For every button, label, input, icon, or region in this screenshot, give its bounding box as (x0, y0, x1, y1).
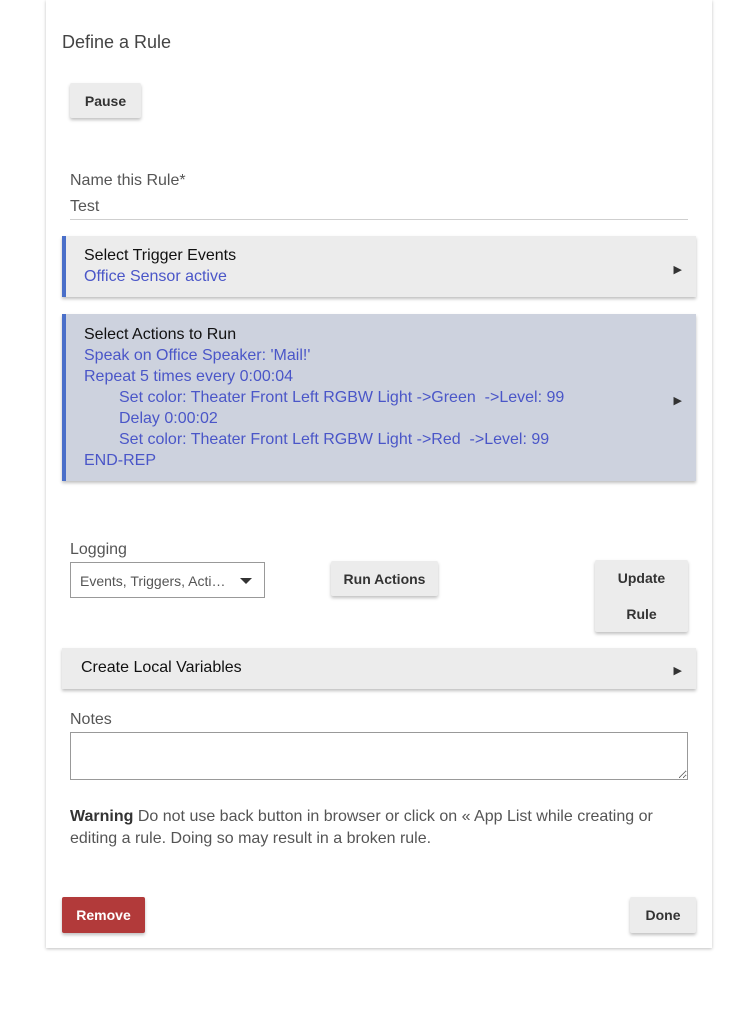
action-line: Delay 0:00:02 (119, 410, 218, 427)
warning-message: Warning Do not use back button in browse… (70, 806, 680, 850)
triangle-right-icon: ▶ (673, 665, 682, 677)
select-trigger-events-section[interactable]: Select Trigger Events Office Sensor acti… (62, 236, 696, 297)
rule-card: Define a Rule Pause Name this Rule* Sele… (46, 0, 712, 948)
update-button-line2: Rule (626, 606, 657, 622)
notes-textarea[interactable] (70, 732, 688, 780)
triangle-right-icon: ▶ (673, 264, 682, 276)
local-variables-heading: Create Local Variables (81, 659, 242, 676)
logging-label: Logging (70, 541, 127, 558)
action-line: Set color: Theater Front Left RGBW Light… (119, 389, 565, 406)
caret-down-icon (240, 578, 252, 584)
page-title: Define a Rule (62, 32, 172, 52)
action-line: Speak on Office Speaker: 'Mail!' (84, 347, 311, 364)
rule-name-label: Name this Rule* (70, 172, 186, 189)
trigger-section-heading: Select Trigger Events (84, 247, 237, 264)
logging-select[interactable]: Events, Triggers, Actions (70, 562, 265, 598)
action-line: END-REP (84, 452, 157, 469)
action-line: Set color: Theater Front Left RGBW Light… (119, 431, 550, 448)
action-line: Repeat 5 times every 0:00:04 (84, 368, 294, 385)
update-button-line1: Update (617, 570, 666, 586)
pause-button[interactable]: Pause (70, 83, 141, 118)
run-actions-button[interactable]: Run Actions (331, 561, 438, 596)
update-rule-button[interactable]: Update Rule (595, 560, 688, 632)
notes-label: Notes (70, 711, 112, 728)
remove-button[interactable]: Remove (62, 897, 145, 933)
triangle-right-icon: ▶ (673, 395, 682, 407)
actions-section-heading: Select Actions to Run (84, 326, 237, 343)
select-actions-section[interactable]: Select Actions to Run Speak on Office Sp… (62, 314, 696, 481)
trigger-line: Office Sensor active (84, 268, 227, 285)
logging-selected-value: Events, Triggers, Actions (80, 573, 232, 589)
create-local-variables-section[interactable]: Create Local Variables ▶ (62, 648, 696, 689)
rule-name-input[interactable] (70, 195, 688, 220)
warning-label: Warning (70, 808, 134, 825)
warning-text: Do not use back button in browser or cli… (70, 808, 653, 847)
done-button[interactable]: Done (630, 897, 696, 933)
